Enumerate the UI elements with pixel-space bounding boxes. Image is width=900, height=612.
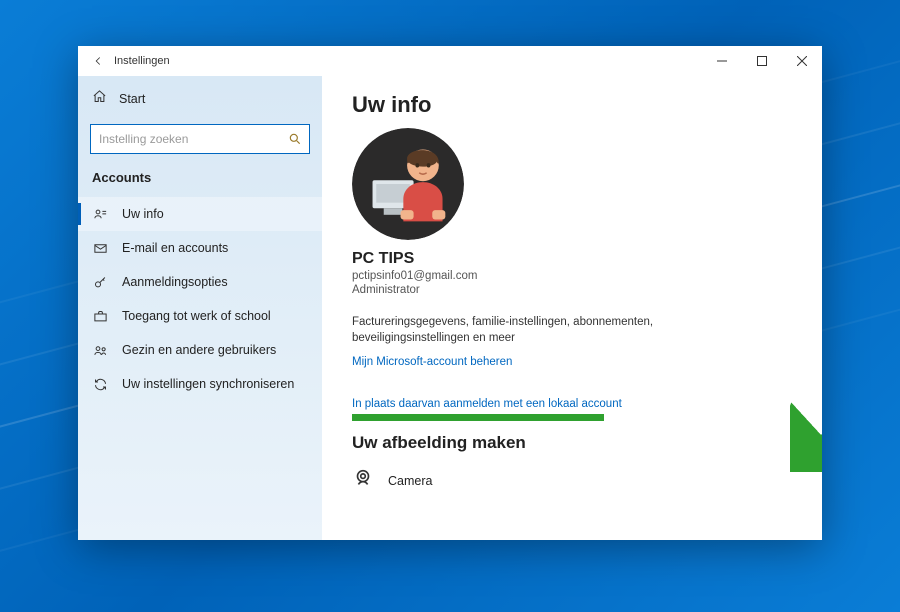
category-title: Accounts	[78, 164, 322, 197]
page-title: Uw info	[352, 92, 792, 118]
nav-item-uw-info[interactable]: Uw info	[78, 197, 322, 231]
local-account-link[interactable]: In plaats daarvan aanmelden met een loka…	[352, 398, 622, 410]
search-input-wrapper[interactable]	[90, 124, 310, 154]
nav-item-label: Uw instellingen synchroniseren	[122, 377, 294, 391]
search-icon	[288, 132, 302, 151]
people-icon	[92, 343, 108, 358]
briefcase-icon	[92, 309, 108, 324]
account-role: Administrator	[352, 284, 792, 296]
nav-item-label: Gezin en andere gebruikers	[122, 343, 276, 357]
back-button[interactable]	[84, 47, 112, 75]
key-icon	[92, 275, 108, 290]
window-title: Instellingen	[112, 55, 702, 67]
sidebar: Start Accounts	[78, 76, 322, 540]
home-button[interactable]: Start	[78, 82, 322, 116]
person-card-icon	[92, 207, 108, 222]
minimize-button[interactable]	[702, 47, 742, 75]
camera-row[interactable]: Camera	[352, 467, 792, 494]
picture-heading: Uw afbeelding maken	[352, 433, 792, 453]
display-name: PC TIPS	[352, 250, 792, 268]
nav-item-email[interactable]: E-mail en accounts	[78, 231, 322, 265]
sync-icon	[92, 377, 108, 392]
account-email: pctipsinfo01@gmail.com	[352, 270, 792, 282]
nav-item-work-school[interactable]: Toegang tot werk of school	[78, 299, 322, 333]
annotation-arrow	[790, 362, 822, 472]
home-label: Start	[119, 92, 145, 106]
nav-item-sync[interactable]: Uw instellingen synchroniseren	[78, 367, 322, 401]
settings-window: Instellingen Start	[78, 46, 822, 540]
close-button[interactable]	[782, 47, 822, 75]
nav-item-label: Uw info	[122, 207, 164, 221]
nav-item-signin-options[interactable]: Aanmeldingsopties	[78, 265, 322, 299]
account-description: Factureringsgegevens, familie-instelling…	[352, 314, 692, 346]
home-icon	[92, 89, 107, 109]
nav-item-family[interactable]: Gezin en andere gebruikers	[78, 333, 322, 367]
mail-icon	[92, 241, 108, 256]
avatar	[352, 128, 464, 240]
manage-account-link[interactable]: Mijn Microsoft-account beheren	[352, 356, 512, 368]
nav-item-label: Aanmeldingsopties	[122, 275, 228, 289]
camera-icon	[352, 467, 374, 494]
camera-label: Camera	[388, 474, 432, 488]
nav-item-label: Toegang tot werk of school	[122, 309, 271, 323]
search-input[interactable]	[91, 125, 309, 153]
highlight-underline	[352, 414, 604, 421]
nav-item-label: E-mail en accounts	[122, 241, 228, 255]
maximize-button[interactable]	[742, 47, 782, 75]
content-area: Uw info	[322, 76, 822, 540]
titlebar: Instellingen	[78, 46, 822, 76]
